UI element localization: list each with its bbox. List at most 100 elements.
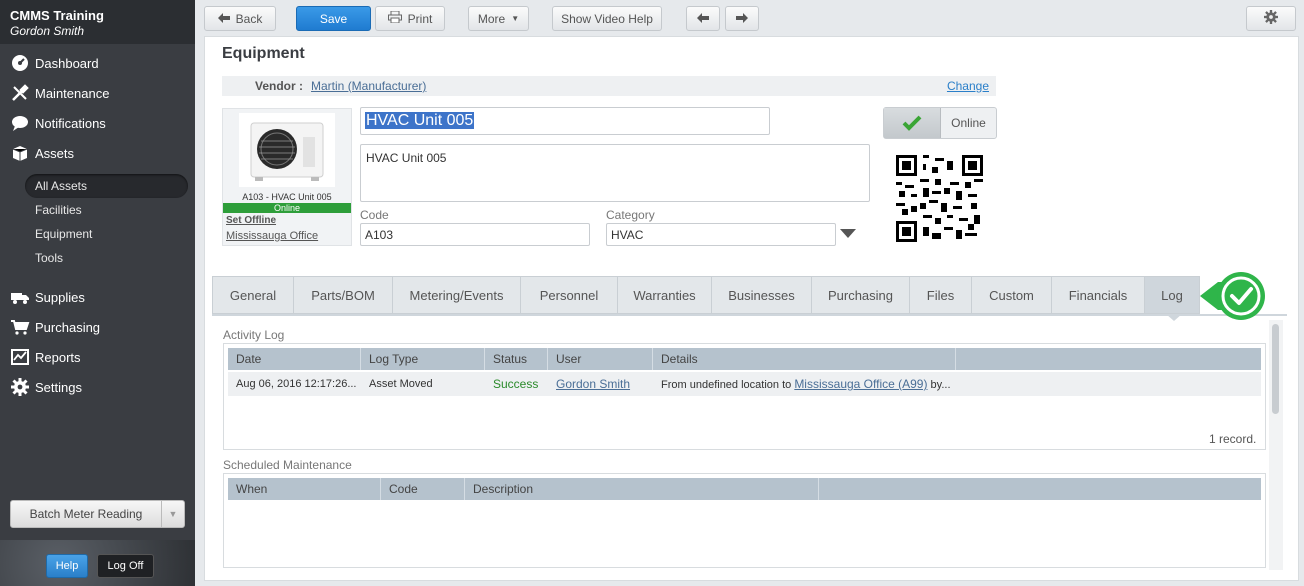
- nav-supplies[interactable]: Supplies: [0, 282, 195, 312]
- description-textarea[interactable]: HVAC Unit 005: [360, 144, 870, 202]
- subnav-all-assets[interactable]: All Assets: [25, 174, 188, 198]
- category-select[interactable]: HVAC: [606, 223, 836, 246]
- col-user[interactable]: User: [548, 348, 653, 370]
- log-off-button[interactable]: Log Off: [97, 554, 154, 578]
- change-vendor-link[interactable]: Change: [947, 79, 989, 93]
- gear-icon: [1264, 10, 1278, 27]
- nav-assets[interactable]: Assets: [0, 138, 195, 168]
- dashboard-icon: [10, 54, 30, 72]
- table-row[interactable]: Aug 06, 2016 12:17:26... Asset Moved Suc…: [228, 372, 1261, 396]
- nav-maintenance[interactable]: Maintenance: [0, 78, 195, 108]
- cell-date: Aug 06, 2016 12:17:26...: [236, 378, 357, 390]
- boxes-icon: [10, 144, 30, 162]
- scrollbar-thumb[interactable]: [1272, 324, 1279, 414]
- tab-log[interactable]: Log: [1144, 276, 1200, 314]
- tab-parts-bom[interactable]: Parts/BOM: [293, 276, 392, 314]
- asset-name-value: HVAC Unit 005: [365, 112, 475, 129]
- tab-bar: General Parts/BOM Metering/Events Person…: [212, 276, 1200, 314]
- code-label: Code: [360, 208, 389, 222]
- nav-supplies-label: Supplies: [35, 289, 85, 305]
- nav-settings[interactable]: Settings: [0, 372, 195, 402]
- thumbnail-caption: A103 - HVAC Unit 005: [242, 192, 332, 202]
- checkmark-callout-icon: [1196, 270, 1268, 322]
- tab-general[interactable]: General: [212, 276, 293, 314]
- col-date[interactable]: Date: [228, 348, 361, 370]
- content-scrollbar[interactable]: [1269, 320, 1283, 570]
- scheduled-maintenance-title: Scheduled Maintenance: [223, 458, 352, 472]
- tab-custom[interactable]: Custom: [971, 276, 1051, 314]
- vendor-bar: Vendor : Martin (Manufacturer) Change: [222, 76, 996, 96]
- scheduled-maintenance-header: When Code Description: [228, 478, 1261, 500]
- col-when[interactable]: When: [228, 478, 381, 500]
- thumbnail-status-badge: Online: [223, 203, 351, 213]
- subnav-facilities[interactable]: Facilities: [0, 198, 195, 222]
- print-button[interactable]: Print: [375, 6, 445, 31]
- active-tab-pointer: [1166, 314, 1182, 321]
- col-status[interactable]: Status: [485, 348, 548, 370]
- nav-notifications-label: Notifications: [35, 115, 106, 131]
- nav-purchasing-label: Purchasing: [35, 319, 101, 335]
- tab-businesses[interactable]: Businesses: [711, 276, 811, 314]
- asset-name-input[interactable]: HVAC Unit 005: [360, 107, 770, 135]
- col-details[interactable]: Details: [653, 348, 956, 370]
- next-record-button[interactable]: [725, 6, 759, 31]
- category-dropdown-arrow-icon[interactable]: [840, 228, 856, 242]
- batch-meter-reading-button[interactable]: Batch Meter Reading ▼: [10, 500, 185, 528]
- brand: CMMS Training Gordon Smith: [0, 0, 195, 44]
- cell-details-link[interactable]: Mississauga Office (A99): [794, 377, 927, 391]
- nav-settings-label: Settings: [35, 379, 82, 395]
- arrow-right-icon: [736, 12, 748, 26]
- online-label: Online: [951, 116, 986, 130]
- settings-button[interactable]: [1246, 6, 1296, 31]
- col-description[interactable]: Description: [465, 478, 819, 500]
- arrow-left-icon: [697, 12, 709, 26]
- activity-log-header: Date Log Type Status User Details: [228, 348, 1261, 370]
- chart-icon: [10, 348, 30, 366]
- nav-reports[interactable]: Reports: [0, 342, 195, 372]
- printer-icon: [387, 10, 402, 26]
- previous-record-button[interactable]: [686, 6, 720, 31]
- online-toggle[interactable]: Online: [883, 107, 997, 139]
- nav-notifications[interactable]: Notifications: [0, 108, 195, 138]
- main-nav: Dashboard Maintenance Notifications Asse…: [0, 48, 195, 168]
- toolbar: Back Save Print More ▼ Show Video Help: [195, 0, 1304, 36]
- save-button[interactable]: Save: [296, 6, 371, 31]
- subnav-tools[interactable]: Tools: [0, 246, 195, 270]
- tools-icon: [10, 84, 30, 102]
- location-link[interactable]: Mississauga Office: [226, 230, 318, 242]
- nav-purchasing[interactable]: Purchasing: [0, 312, 195, 342]
- caret-down-icon: ▼: [511, 14, 520, 23]
- col-extra: [956, 348, 1261, 370]
- nav-dashboard[interactable]: Dashboard: [0, 48, 195, 78]
- tab-warranties[interactable]: Warranties: [617, 276, 711, 314]
- chevron-down-icon[interactable]: ▼: [162, 509, 184, 519]
- cell-details-suffix: by...: [930, 379, 951, 391]
- tab-files[interactable]: Files: [909, 276, 971, 314]
- vendor-link[interactable]: Martin (Manufacturer): [311, 79, 426, 93]
- code-input[interactable]: A103: [360, 223, 590, 246]
- subnav-equipment[interactable]: Equipment: [0, 222, 195, 246]
- col-code[interactable]: Code: [381, 478, 465, 500]
- back-button[interactable]: Back: [204, 6, 276, 31]
- record-count: 1 record.: [1209, 432, 1257, 446]
- col-log-type[interactable]: Log Type: [361, 348, 485, 370]
- tab-personnel[interactable]: Personnel: [520, 276, 617, 314]
- asset-image[interactable]: [239, 113, 335, 187]
- show-video-help-button[interactable]: Show Video Help: [552, 6, 662, 31]
- help-button[interactable]: Help: [46, 554, 88, 578]
- more-dropdown[interactable]: More ▼: [468, 6, 529, 31]
- user-name: Gordon Smith: [10, 24, 85, 38]
- category-label: Category: [606, 208, 655, 222]
- asset-thumbnail-card: A103 - HVAC Unit 005 Online Set Offline …: [222, 108, 352, 246]
- video-help-label: Show Video Help: [561, 11, 653, 26]
- chat-bubble-icon: [10, 114, 30, 132]
- batch-meter-reading-label: Batch Meter Reading: [11, 501, 162, 527]
- tab-metering-events[interactable]: Metering/Events: [392, 276, 520, 314]
- cell-log-type: Asset Moved: [369, 378, 433, 390]
- tab-purchasing[interactable]: Purchasing: [811, 276, 909, 314]
- cell-status: Success: [493, 377, 539, 391]
- gear-icon: [10, 378, 30, 396]
- tab-financials[interactable]: Financials: [1051, 276, 1144, 314]
- set-offline-link[interactable]: Set Offline: [226, 215, 276, 226]
- cell-user-link[interactable]: Gordon Smith: [556, 377, 630, 391]
